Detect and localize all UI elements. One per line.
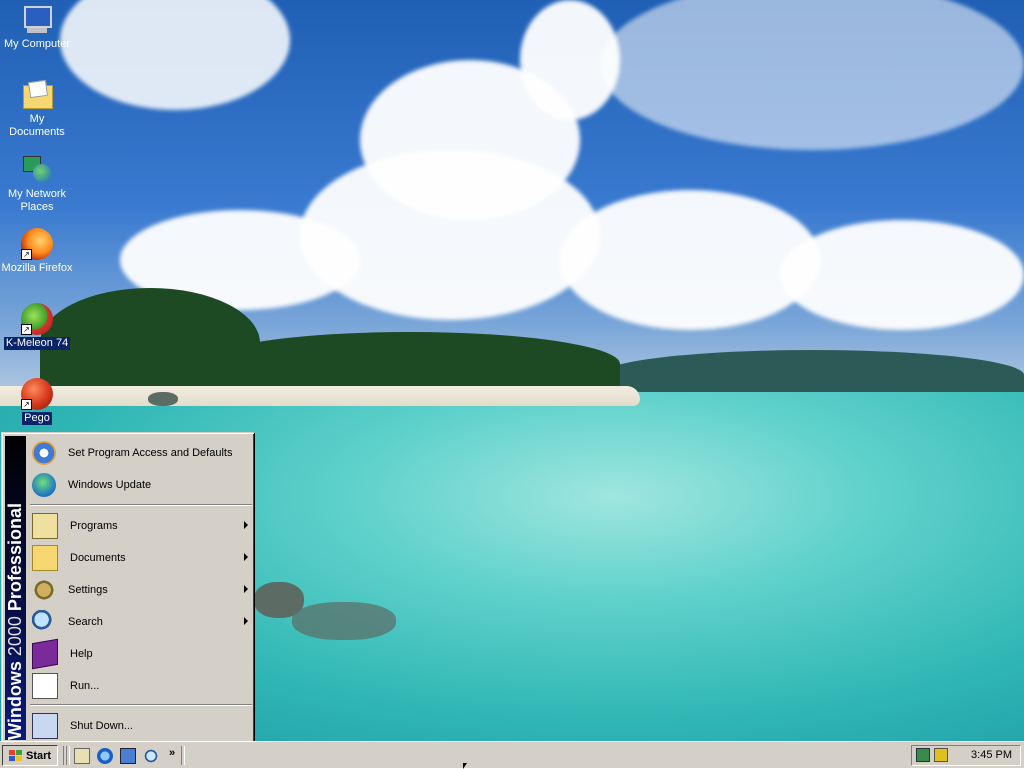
desktop-icon-pego[interactable]: ↗ Pego [0,378,75,425]
menu-item-programs[interactable]: Programs [28,510,254,542]
taskbar: Start » 3:45 PM [0,741,1024,768]
shut-down-icon [32,713,58,739]
quick-launch-more-chevron[interactable]: » [169,747,175,759]
submenu-arrow-icon [244,521,248,529]
submenu-arrow-icon [244,617,248,625]
desktop-icon-my-network-places[interactable]: My Network Places [0,154,75,214]
banner-brand: Windows [5,661,25,740]
search-icon[interactable] [143,748,159,764]
system-tray: 3:45 PM [911,745,1021,766]
computer-icon [21,4,53,36]
menu-item-run[interactable]: Run... [28,670,254,702]
menu-item-label: Documents [70,552,126,564]
documents-folder-icon [21,79,53,111]
search-icon [32,610,56,634]
settings-icon [32,578,56,602]
internet-explorer-icon[interactable] [97,748,113,764]
documents-icon [32,545,58,571]
menu-item-label: Shut Down... [70,720,133,732]
taskbar-clock[interactable]: 3:45 PM [971,749,1012,761]
run-icon [32,673,58,699]
menu-item-label: Search [68,616,103,628]
outlook-express-icon[interactable] [120,748,136,764]
submenu-arrow-icon [244,585,248,593]
shortcut-arrow-icon: ↗ [21,249,32,260]
menu-item-documents[interactable]: Documents [28,542,254,574]
windows-logo-icon [7,749,23,763]
program-access-icon [32,441,56,465]
start-menu-banner: Windows 2000 Professional [5,436,26,740]
desktop-icon-my-documents[interactable]: My Documents [0,79,75,139]
taskbar-divider [181,746,185,765]
desktop-icon-k-meleon[interactable]: ↗ K-Meleon 74 [0,303,75,350]
menu-separator [30,504,252,506]
quick-launch-divider [66,746,70,765]
desktop-icon-label: My Computer [3,38,71,50]
firefox-icon: ↗ [21,228,53,260]
menu-item-label: Set Program Access and Defaults [68,447,233,459]
network-places-icon [21,154,53,186]
shortcut-arrow-icon: ↗ [21,399,32,410]
start-menu: Windows 2000 Professional Set Program Ac… [1,432,254,743]
desktop-icon-label: My Network Places [7,188,67,213]
menu-item-label: Programs [70,520,118,532]
menu-item-set-program-access[interactable]: Set Program Access and Defaults [28,437,254,469]
menu-item-search[interactable]: Search [28,606,254,638]
menu-separator [30,704,252,706]
start-button[interactable]: Start [2,745,58,766]
network-tray-icon[interactable] [916,748,930,762]
desktop-icon-label: Pego [22,412,52,425]
menu-item-label: Settings [68,584,108,596]
menu-item-label: Run... [70,680,100,692]
banner-version: 2000 [5,616,25,657]
desktop-icon-label: My Documents [9,113,65,138]
kmeleon-icon: ↗ [21,303,53,335]
banner-edition: Professional [5,503,25,612]
menu-item-help[interactable]: Help [28,638,254,670]
start-label: Start [26,749,52,762]
menu-item-shut-down[interactable]: Shut Down... [28,710,254,742]
submenu-arrow-icon [244,553,248,561]
programs-icon [32,513,58,539]
menu-item-label: Windows Update [68,479,152,491]
desktop-icon-label: K-Meleon 74 [3,337,71,350]
menu-item-label: Help [70,648,93,660]
menu-item-settings[interactable]: Settings [28,574,254,606]
menu-item-windows-update[interactable]: Windows Update [28,469,254,501]
help-book-icon [32,638,58,670]
desktop-icon-mozilla-firefox[interactable]: ↗ Mozilla Firefox [0,228,75,275]
show-desktop-icon[interactable] [74,748,90,764]
pego-icon: ↗ [21,378,53,410]
desktop-icon-my-computer[interactable]: My Computer [0,4,75,51]
mouse-cursor [463,763,467,769]
security-tray-icon[interactable] [934,748,948,762]
desktop-icon-label: Mozilla Firefox [1,262,73,274]
shortcut-arrow-icon: ↗ [21,324,32,335]
windows-update-icon [32,473,56,497]
